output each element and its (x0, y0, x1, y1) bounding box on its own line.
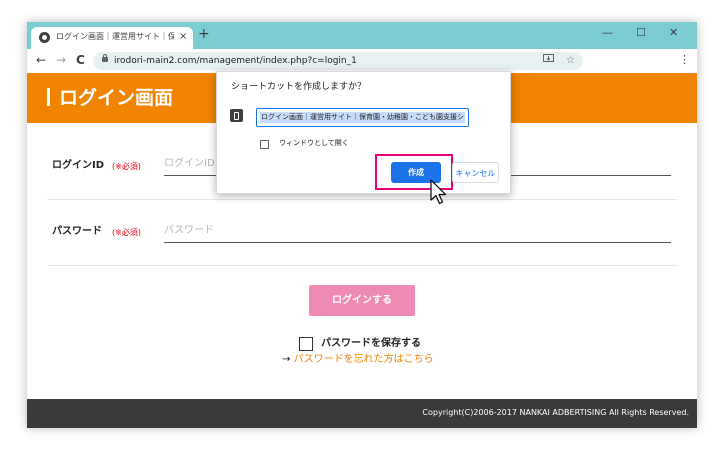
shortcut-name-input[interactable]: ログイン画面｜運営用サイト｜保育園・幼稚園・こども園支援シ (256, 108, 469, 127)
browser-tab[interactable]: ログイン画面｜運営用サイト｜保育園・幼稚園・こども園支援システム × (31, 27, 193, 49)
forward-icon[interactable]: → (56, 53, 66, 67)
lock-icon[interactable] (102, 54, 108, 62)
page-favicon-icon (230, 109, 243, 122)
minimize-icon[interactable]: — (602, 26, 613, 40)
install-app-icon[interactable] (543, 53, 554, 69)
dialog-title: ショートカットを作成しますか？ (231, 82, 367, 92)
mouse-pointer-icon (430, 179, 448, 211)
maximize-icon[interactable]: ☐ (636, 26, 646, 40)
page-footer: Copyright(C)2006-2017 NANKAI ADBERTISING… (27, 399, 697, 428)
password-input[interactable]: パスワード (164, 222, 671, 243)
close-window-icon[interactable]: ✕ (669, 26, 678, 40)
browser-menu-icon[interactable]: ⋮ (679, 53, 690, 67)
tab-close-icon[interactable]: × (179, 30, 187, 44)
bookmark-star-icon[interactable]: ☆ (566, 53, 575, 69)
address-bar[interactable]: irodori-main2.com/management/index.php?c… (93, 52, 583, 70)
back-icon[interactable]: ← (36, 53, 46, 67)
forgot-password: → パスワードを忘れた方はこちら (282, 353, 434, 367)
tab-title: ログイン画面｜運営用サイト｜保育園・幼稚園・こども園支援システム (56, 32, 174, 41)
save-password-checkbox[interactable] (299, 337, 313, 351)
open-as-window-label[interactable]: ウィンドウとして開く (279, 137, 349, 149)
arrow-icon: → (282, 354, 291, 365)
forgot-password-link[interactable]: パスワードを忘れた方はこちら (294, 354, 434, 365)
open-as-window-checkbox[interactable] (260, 140, 269, 149)
login-id-label: ログインID (52, 160, 105, 171)
tab-strip: ログイン画面｜運営用サイト｜保育園・幼稚園・こども園支援システム × + — ☐… (27, 22, 697, 49)
password-placeholder: パスワード (164, 225, 214, 236)
page-title: ログイン画面 (59, 87, 174, 109)
divider (47, 265, 677, 266)
cancel-button[interactable]: キャンセル (452, 162, 499, 183)
globe-icon (39, 32, 50, 43)
url-text: irodori-main2.com/management/index.php?c… (114, 56, 357, 66)
copyright-text: Copyright(C)2006-2017 NANKAI ADBERTISING… (422, 408, 689, 417)
title-accent (47, 88, 50, 106)
login-button[interactable]: ログインする (309, 285, 415, 316)
create-shortcut-dialog: ショートカットを作成しますか？ ログイン画面｜運営用サイト｜保育園・幼稚園・こど… (216, 71, 511, 194)
page-title-bar: ログイン画面 (47, 86, 173, 110)
reload-icon[interactable]: C (76, 53, 85, 67)
new-tab-button[interactable]: + (198, 26, 210, 42)
login-id-placeholder: ログインID (164, 158, 215, 169)
save-password-label[interactable]: パスワードを保存する (321, 337, 421, 351)
browser-toolbar: ← → C irodori-main2.com/management/index… (27, 49, 697, 73)
shortcut-name-value: ログイン画面｜運営用サイト｜保育園・幼稚園・こども園支援シ (261, 113, 464, 121)
divider (47, 199, 677, 200)
login-id-required: (※必須) (112, 162, 141, 171)
password-label: パスワード (52, 226, 102, 237)
password-required: (※必須) (112, 228, 141, 237)
